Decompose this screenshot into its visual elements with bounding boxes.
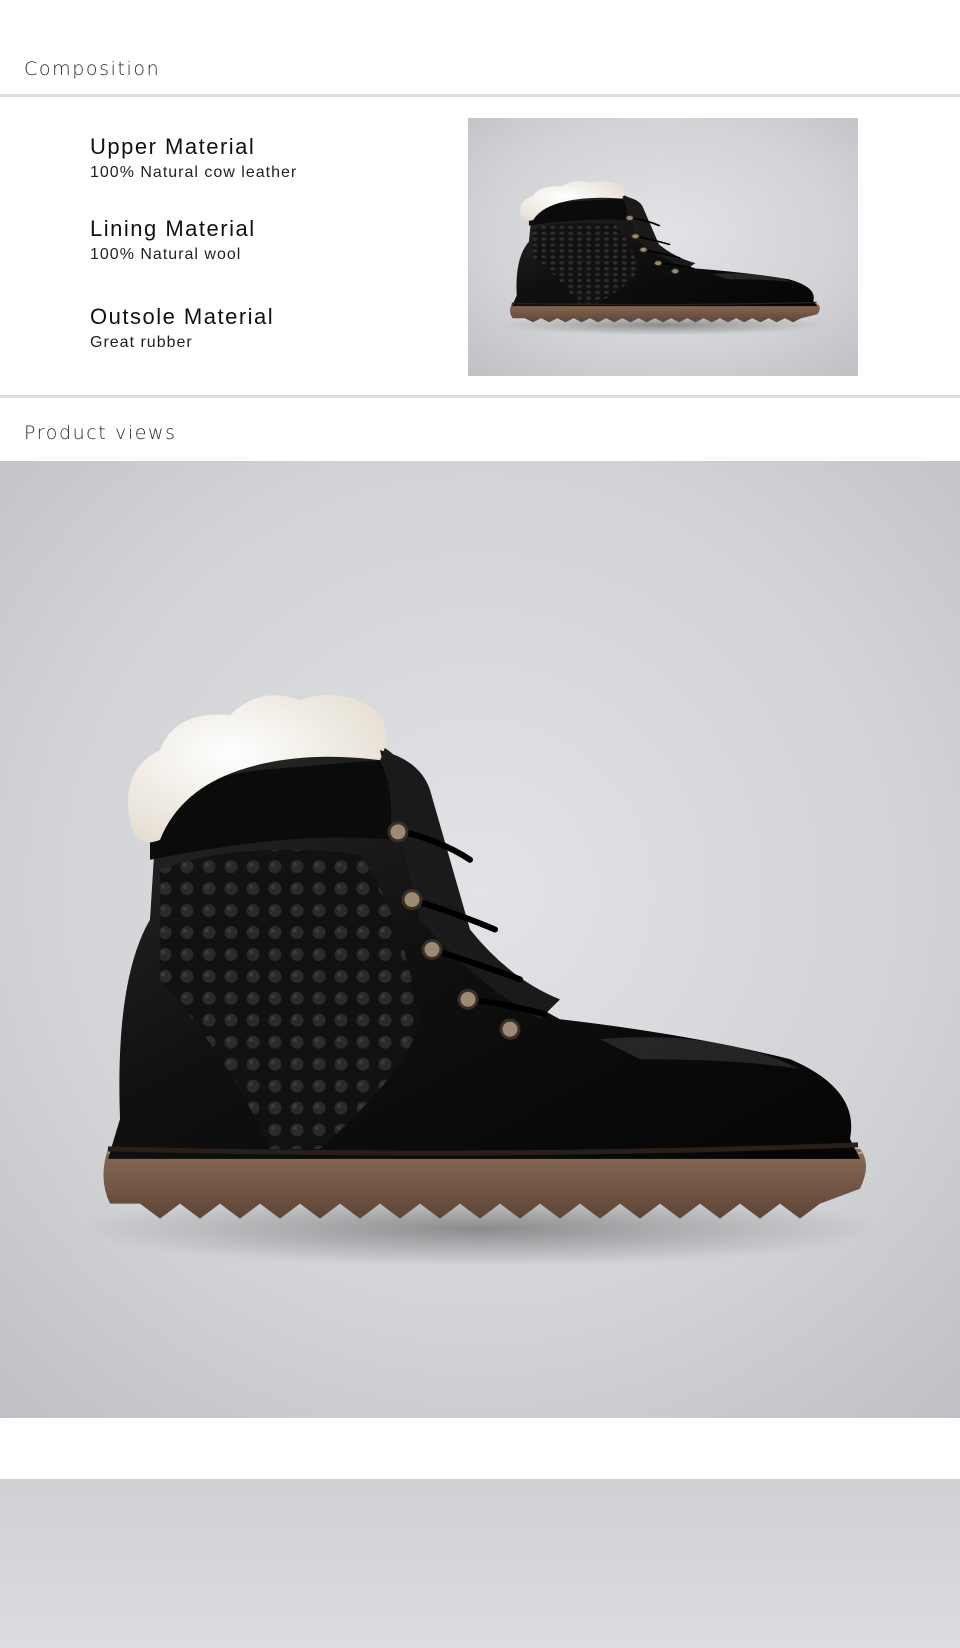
- composition-divider-top: [0, 94, 960, 97]
- material-upper: Upper Material 100% Natural cow leather: [90, 134, 297, 182]
- material-outsole-name: Outsole Material: [90, 304, 275, 329]
- material-upper-value: 100% Natural cow leather: [90, 164, 298, 181]
- composition-title: Composition: [24, 58, 161, 80]
- composition-boot-photo: [468, 118, 858, 376]
- product-view-photo-1: [0, 461, 960, 1418]
- product-views-title: Product views: [24, 422, 177, 444]
- material-lining-value: 100% Natural wool: [90, 246, 242, 263]
- material-lining-name: Lining Material: [90, 216, 256, 241]
- product-view-photo-2: [0, 1479, 960, 1648]
- composition-divider-bottom: [0, 395, 960, 398]
- material-upper-name: Upper Material: [90, 134, 256, 159]
- material-lining: Lining Material 100% Natural wool: [90, 216, 256, 264]
- material-outsole: Outsole Material Great rubber: [90, 304, 274, 352]
- material-outsole-value: Great rubber: [90, 334, 193, 351]
